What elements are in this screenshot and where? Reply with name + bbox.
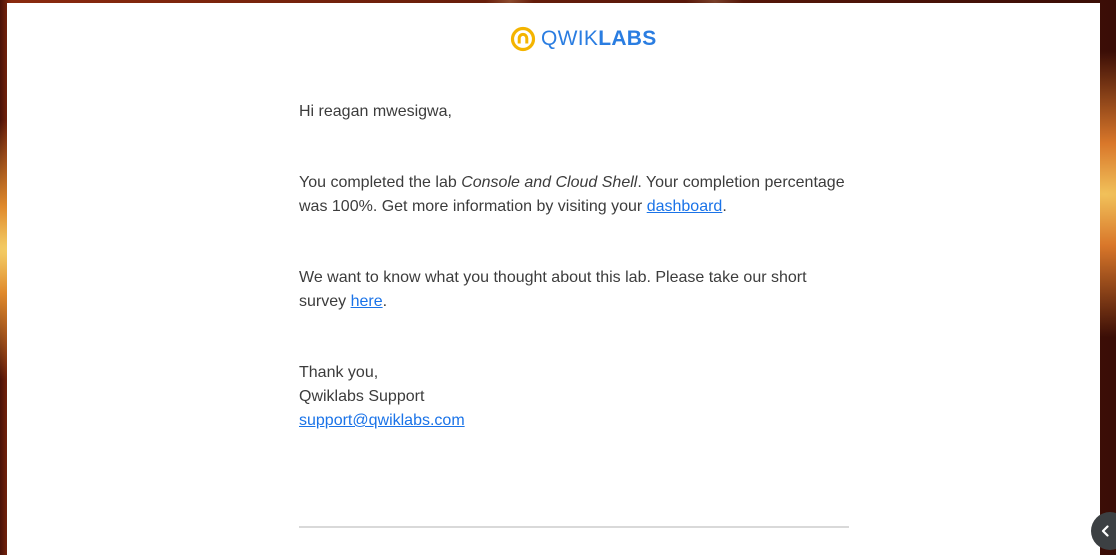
signoff: Thank you, Qwiklabs Support support@qwik… — [299, 361, 849, 433]
signoff-thanks: Thank you, — [299, 364, 379, 381]
email-content: Hi reagan mwesigwa, You completed the la… — [299, 100, 849, 433]
chevron-left-icon — [1101, 525, 1109, 537]
greeting: Hi reagan mwesigwa, — [299, 103, 452, 120]
footer-divider — [299, 526, 849, 528]
qwiklabs-logo: QWIKLABS — [510, 26, 657, 52]
completion-suffix: . — [722, 198, 727, 215]
wordmark-light: QWIK — [541, 27, 599, 50]
survey-link[interactable]: here — [351, 293, 383, 310]
completion-paragraph: You completed the lab Console and Cloud … — [299, 171, 849, 219]
qwiklabs-wordmark: QWIKLABS — [541, 26, 657, 52]
qwiklabs-logo-icon — [510, 26, 536, 52]
dashboard-link[interactable]: dashboard — [647, 198, 723, 215]
support-email-link[interactable]: support@qwiklabs.com — [299, 412, 465, 429]
wordmark-bold: LABS — [598, 27, 657, 50]
survey-paragraph: We want to know what you thought about t… — [299, 266, 849, 314]
completion-prefix: You completed the lab — [299, 174, 462, 191]
lab-name: Console and Cloud Shell — [461, 174, 638, 191]
survey-suffix: . — [382, 293, 388, 310]
signoff-team: Qwiklabs Support — [299, 388, 425, 405]
